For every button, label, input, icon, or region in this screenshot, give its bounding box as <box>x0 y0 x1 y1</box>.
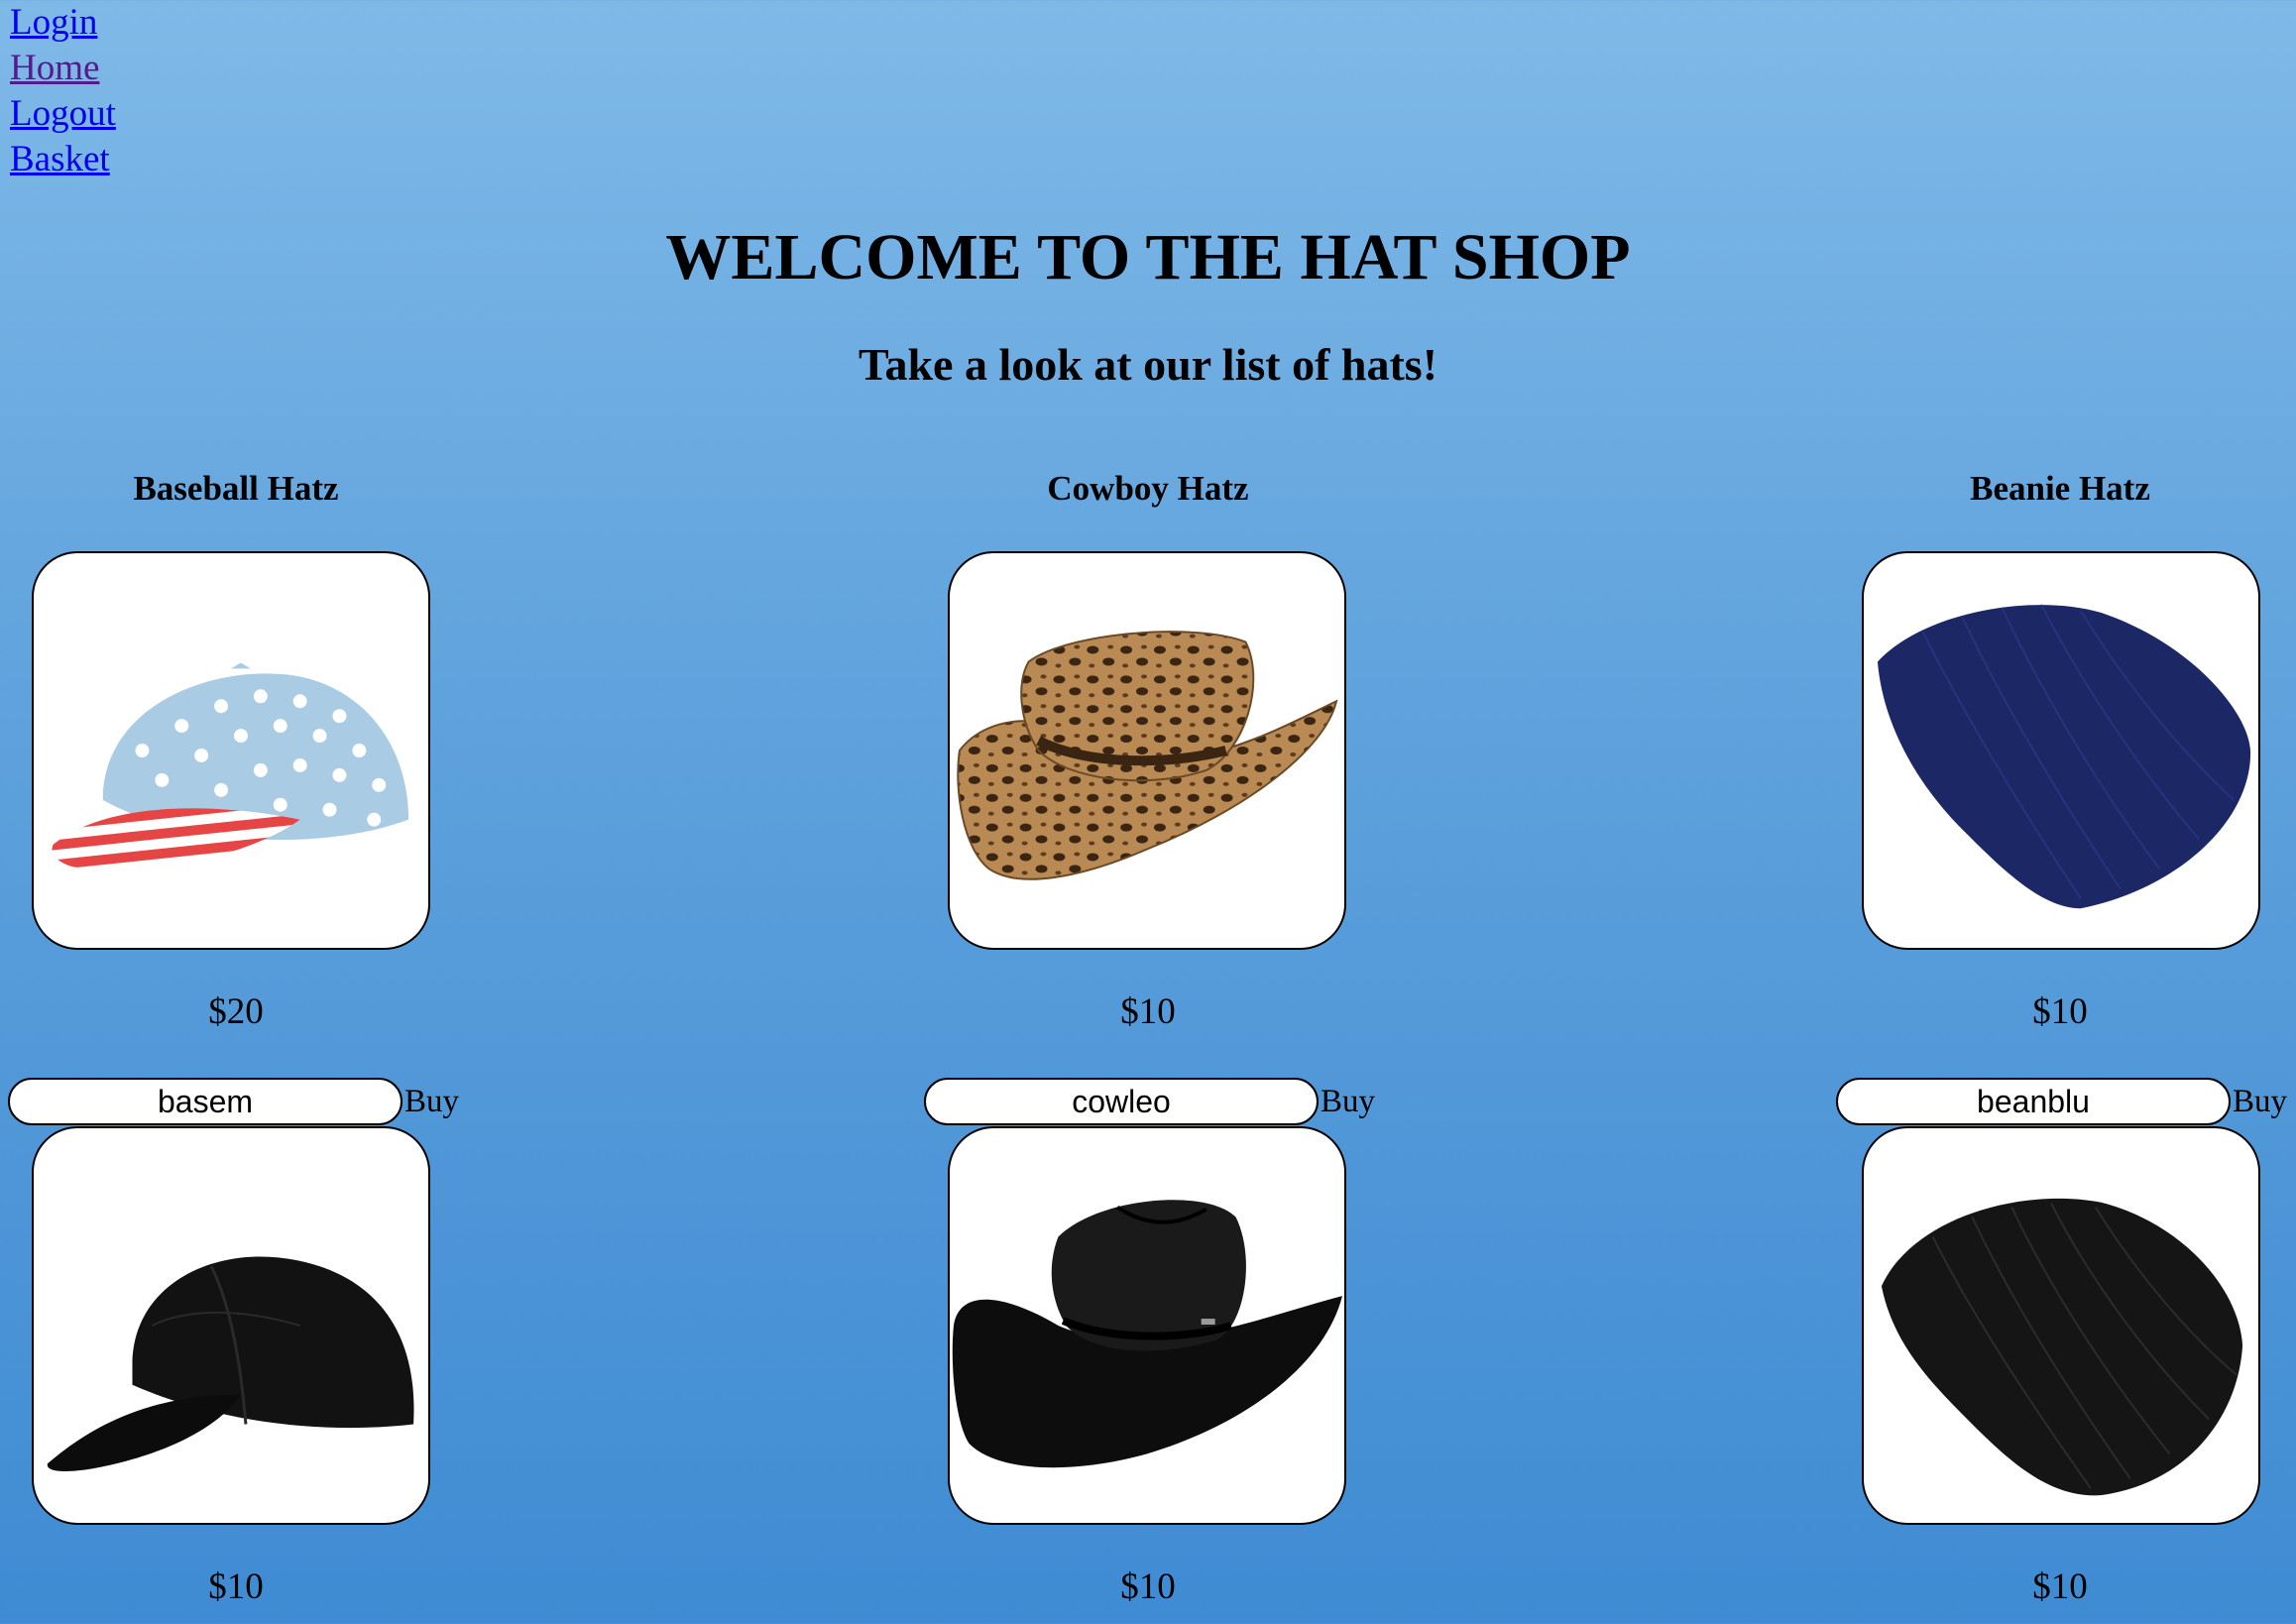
category-title: Beanie Hatz <box>1970 469 2150 508</box>
navy-slouch-beanie-image <box>1877 604 2251 909</box>
price: $20 <box>208 991 264 1032</box>
home-link[interactable]: Home <box>10 46 116 91</box>
black-slouch-beanie-image <box>1881 1198 2243 1496</box>
product-card-cowboy-leopard[interactable] <box>948 551 1346 950</box>
category-title: Baseball Hatz <box>133 469 339 508</box>
price: $10 <box>2032 1566 2088 1607</box>
product-card-baseball-flag[interactable] <box>32 551 430 950</box>
product-code-input[interactable]: cowleo <box>924 1078 1319 1125</box>
black-baseball-cap-image <box>47 1256 414 1471</box>
black-cowboy-hat-image <box>952 1200 1343 1468</box>
buy-button[interactable]: Buy <box>1320 1079 1375 1124</box>
login-link[interactable]: Login <box>10 0 116 46</box>
product-card-beanie-navy[interactable] <box>1862 551 2260 950</box>
buy-button[interactable]: Buy <box>404 1079 459 1124</box>
product-card-baseball-black[interactable] <box>32 1126 430 1525</box>
buy-button[interactable]: Buy <box>2233 1079 2287 1124</box>
product-card-cowboy-black[interactable] <box>948 1126 1346 1525</box>
stars-and-stripes-baseball-cap-image <box>52 662 409 870</box>
buy-row: basem Buy <box>8 1077 459 1126</box>
buy-row: cowleo Buy <box>924 1077 1375 1126</box>
price: $10 <box>2032 991 2088 1032</box>
price: $10 <box>1120 1566 1176 1607</box>
leopard-print-cowboy-hat-image <box>957 631 1338 880</box>
category-title: Cowboy Hatz <box>1047 469 1249 508</box>
basket-link[interactable]: Basket <box>10 137 116 182</box>
page-title: WELCOME TO THE HAT SHOP <box>665 221 1631 293</box>
product-code-input[interactable]: beanblu <box>1836 1078 2231 1125</box>
price: $10 <box>208 1566 264 1607</box>
page-subtitle: Take a look at our list of hats! <box>858 339 1438 390</box>
logout-link[interactable]: Logout <box>10 91 116 137</box>
price: $10 <box>1120 991 1176 1032</box>
product-code-input[interactable]: basem <box>8 1078 402 1125</box>
buy-row: beanblu Buy <box>1836 1077 2287 1126</box>
product-card-beanie-black[interactable] <box>1862 1126 2260 1525</box>
nav-links: Login Home Logout Basket <box>10 0 116 182</box>
